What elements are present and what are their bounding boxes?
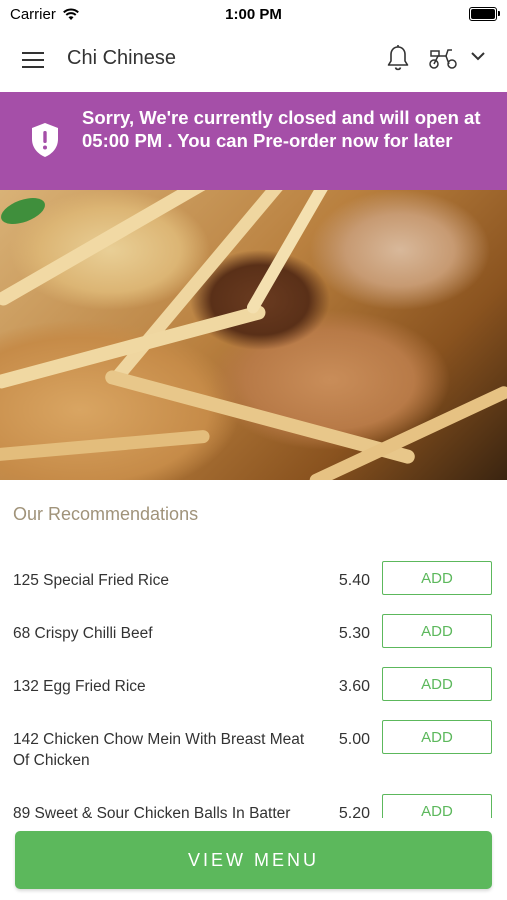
list-clip-edge [0, 818, 507, 832]
menu-item-price: 5.00 [338, 731, 370, 748]
battery-icon [469, 7, 500, 21]
restaurant-title: Chi Chinese [67, 47, 176, 69]
chevron-down-icon[interactable] [470, 50, 486, 62]
menu-item-price: 5.40 [338, 572, 370, 589]
menu-item-name: 132 Egg Fried Rice [13, 678, 146, 695]
app-header: Chi Chinese [0, 28, 507, 91]
view-menu-button[interactable]: VIEW MENU [15, 831, 492, 889]
add-button[interactable]: ADD [382, 561, 492, 595]
add-button[interactable]: ADD [382, 614, 492, 648]
recommendations-heading: Our Recommendations [13, 504, 199, 524]
hamburger-menu-icon[interactable] [22, 52, 44, 68]
shield-alert-icon [32, 123, 58, 157]
menu-item-price: 3.60 [338, 678, 370, 695]
bell-icon[interactable] [386, 44, 410, 72]
hero-food-image [0, 190, 507, 480]
menu-item-name: 125 Special Fried Rice [13, 572, 169, 589]
status-time: 1:00 PM [225, 6, 282, 23]
add-button[interactable]: ADD [382, 720, 492, 754]
status-bar: Carrier 1:00 PM [0, 0, 507, 28]
menu-item-name: 68 Crispy Chilli Beef [13, 625, 153, 642]
menu-item-name: 142 Chicken Chow Mein With Breast Meat O… [13, 731, 305, 769]
add-button[interactable]: ADD [382, 667, 492, 701]
closed-message: Sorry, We're currently closed and will o… [82, 107, 481, 151]
closed-notice-banner: Sorry, We're currently closed and will o… [0, 92, 507, 190]
menu-item-price: 5.30 [338, 625, 370, 642]
scooter-icon[interactable] [428, 46, 458, 70]
